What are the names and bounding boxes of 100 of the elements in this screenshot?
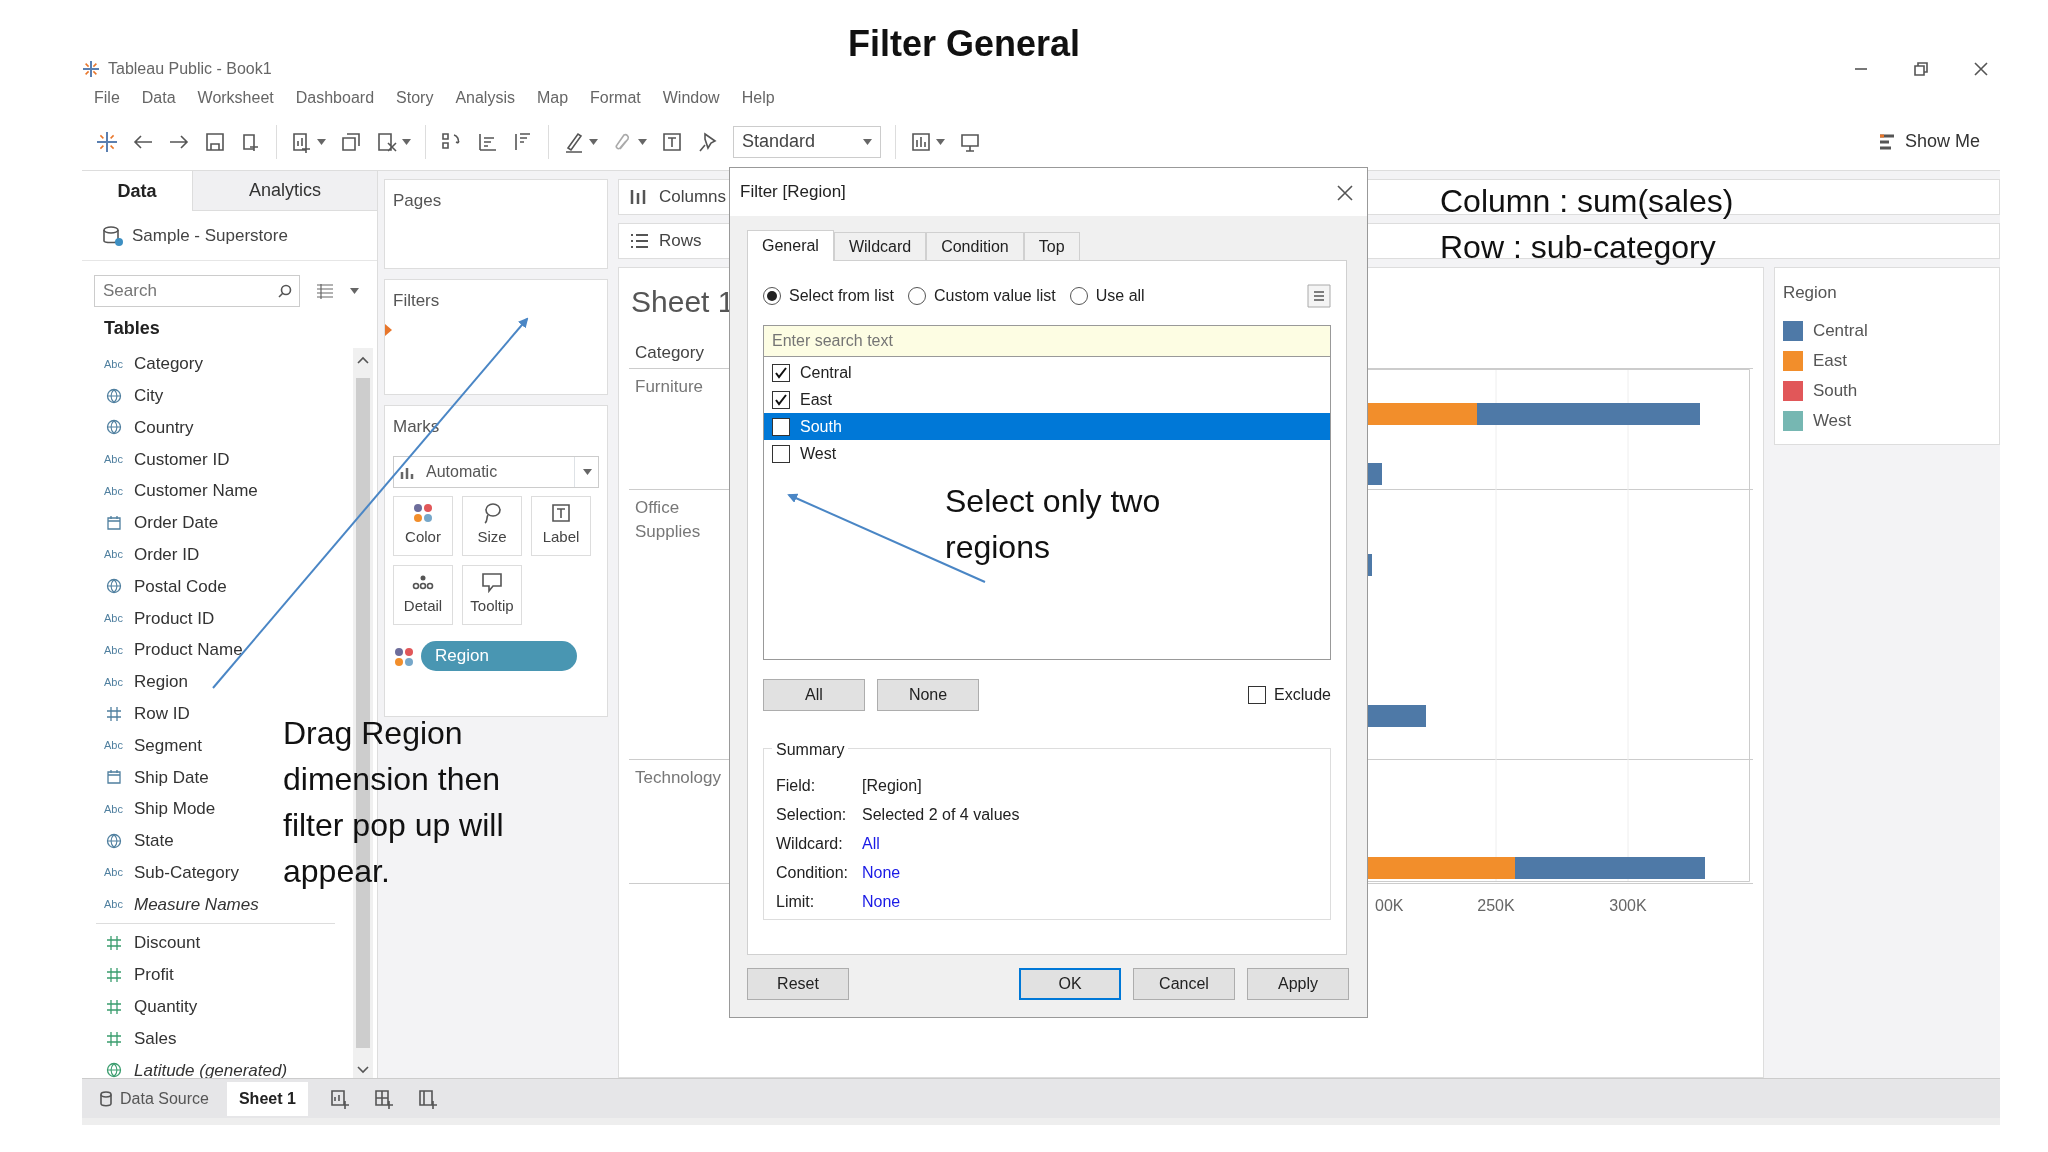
field-name[interactable]: Country bbox=[134, 414, 194, 441]
field-name[interactable]: Category bbox=[134, 351, 203, 377]
data-source-name[interactable]: Sample - Superstore bbox=[132, 222, 288, 249]
checkbox[interactable] bbox=[772, 363, 790, 382]
dialog-button[interactable]: Cancel bbox=[1133, 968, 1235, 1000]
mark-property-button[interactable]: Label bbox=[531, 495, 591, 556]
checkbox[interactable] bbox=[772, 444, 790, 463]
menu-item[interactable]: Window bbox=[662, 86, 720, 110]
radio-option[interactable]: Custom value list bbox=[907, 284, 1056, 308]
field-name[interactable]: Segment bbox=[134, 732, 203, 759]
field-name[interactable]: Ship Mode bbox=[134, 796, 216, 822]
field-name[interactable]: Customer Name bbox=[134, 478, 258, 504]
list-item[interactable]: West bbox=[764, 440, 1330, 467]
new-worksheet-icon[interactable] bbox=[329, 1088, 350, 1109]
text-icon[interactable] bbox=[661, 130, 683, 153]
list-view-icon[interactable] bbox=[316, 283, 334, 299]
checkbox[interactable] bbox=[772, 390, 790, 409]
scroll-up-icon[interactable] bbox=[357, 356, 369, 364]
field-name[interactable]: Sales bbox=[134, 1025, 177, 1052]
type-label: Abc bbox=[104, 356, 124, 372]
radio-option[interactable]: Select from list bbox=[763, 284, 894, 308]
sheet-tab[interactable]: Data Source bbox=[88, 1081, 221, 1116]
size-dropdown[interactable]: Standard bbox=[733, 125, 881, 158]
close-icon[interactable] bbox=[1337, 184, 1353, 201]
clear-sheet-icon[interactable] bbox=[376, 130, 398, 153]
menu-item[interactable]: Map bbox=[536, 86, 569, 110]
window-title: Tableau Public - Book1 bbox=[108, 59, 272, 79]
checkbox[interactable] bbox=[772, 417, 790, 436]
legend-label: West bbox=[1812, 410, 1852, 433]
menu-item[interactable]: File bbox=[94, 86, 120, 110]
logo-icon[interactable] bbox=[96, 130, 118, 153]
field-name[interactable]: Postal Code bbox=[134, 573, 227, 600]
exclude-option[interactable]: Exclude bbox=[1248, 683, 1331, 707]
field-name[interactable]: Order ID bbox=[134, 541, 200, 568]
mark-property-button[interactable]: Tooltip bbox=[462, 564, 522, 625]
dialog-tab[interactable]: General bbox=[747, 230, 834, 261]
field-name[interactable]: Product ID bbox=[134, 605, 215, 631]
field-name[interactable]: City bbox=[134, 382, 164, 409]
mark-property-button[interactable]: Detail bbox=[393, 564, 453, 625]
scroll-down-icon[interactable] bbox=[357, 1066, 369, 1074]
search-field[interactable]: Search bbox=[94, 275, 300, 307]
menu-item[interactable]: Dashboard bbox=[295, 86, 375, 110]
save-icon[interactable] bbox=[204, 130, 226, 153]
dialog-tab[interactable]: Condition bbox=[926, 232, 1024, 260]
dialog-tab[interactable]: Wildcard bbox=[833, 232, 927, 260]
field-name[interactable]: Region bbox=[134, 669, 188, 695]
field-name[interactable]: Product Name bbox=[134, 637, 243, 663]
field-name[interactable]: Profit bbox=[134, 962, 174, 988]
menu-item[interactable]: Worksheet bbox=[197, 86, 274, 110]
field-name[interactable]: Ship Date bbox=[134, 764, 209, 790]
field-name[interactable]: Measure Names bbox=[134, 891, 259, 918]
radio-option[interactable]: Use all bbox=[1069, 284, 1145, 308]
bar-chart-icon[interactable] bbox=[910, 130, 932, 153]
menu-item[interactable]: Analysis bbox=[455, 86, 515, 110]
close-icon[interactable] bbox=[1974, 62, 1988, 76]
data-pane-tab[interactable]: Analytics bbox=[192, 171, 377, 211]
pen-icon[interactable] bbox=[563, 130, 585, 153]
pin-icon[interactable] bbox=[697, 130, 719, 153]
new-story-icon[interactable] bbox=[417, 1088, 438, 1109]
checkbox[interactable] bbox=[1248, 686, 1267, 704]
list-icon bbox=[629, 231, 649, 251]
dialog-button[interactable]: OK bbox=[1019, 968, 1121, 1000]
mark-property-button[interactable]: Color bbox=[393, 495, 453, 556]
mark-type-dropdown[interactable]: Automatic bbox=[393, 455, 599, 488]
list-button[interactable]: All bbox=[763, 679, 865, 711]
database-icon bbox=[100, 1090, 112, 1107]
show-me-button[interactable]: Show Me bbox=[1872, 127, 1986, 156]
menu-item[interactable]: Story bbox=[396, 86, 434, 110]
list-item[interactable]: East bbox=[764, 386, 1330, 413]
field-name[interactable]: Discount bbox=[134, 930, 201, 956]
menu-icon[interactable] bbox=[1307, 284, 1331, 309]
field-name[interactable]: Quantity bbox=[134, 994, 198, 1020]
field-name[interactable]: Customer ID bbox=[134, 446, 230, 473]
menu-item[interactable]: Help bbox=[741, 86, 775, 110]
search-field[interactable]: Enter search text bbox=[763, 325, 1331, 357]
dialog-button[interactable]: Apply bbox=[1247, 968, 1349, 1000]
menu-item[interactable]: Data bbox=[141, 86, 176, 110]
axis-tick-label: 00K bbox=[1374, 897, 1404, 914]
field-name[interactable]: Row ID bbox=[134, 700, 190, 727]
dialog-button[interactable]: Reset bbox=[747, 968, 849, 1000]
summary-link[interactable]: None bbox=[862, 860, 901, 885]
duplicate-sheet-icon[interactable] bbox=[340, 130, 362, 153]
list-item[interactable]: South bbox=[764, 413, 1330, 440]
logo-icon[interactable] bbox=[82, 60, 100, 78]
summary-link[interactable]: All bbox=[862, 831, 880, 856]
type-label: Abc bbox=[104, 611, 124, 626]
restore-icon[interactable] bbox=[1914, 62, 1928, 76]
field-name[interactable]: State bbox=[134, 828, 174, 854]
dialog-tab[interactable]: Top bbox=[1023, 232, 1080, 260]
menu-item[interactable]: Format bbox=[590, 86, 641, 110]
new-dashboard-icon[interactable] bbox=[373, 1088, 394, 1109]
mark-property-button[interactable]: Size bbox=[462, 495, 522, 556]
axis-tick-label: 250K bbox=[1477, 897, 1515, 914]
summary-link[interactable]: None bbox=[862, 889, 901, 914]
list-item[interactable]: Central bbox=[764, 359, 1330, 386]
new-worksheet-icon[interactable] bbox=[291, 130, 313, 153]
field-name[interactable]: Order Date bbox=[134, 510, 219, 536]
field-name[interactable]: Sub-Category bbox=[134, 859, 239, 886]
sheet-tab[interactable]: Sheet 1 bbox=[226, 1081, 308, 1116]
list-button[interactable]: None bbox=[877, 679, 979, 711]
